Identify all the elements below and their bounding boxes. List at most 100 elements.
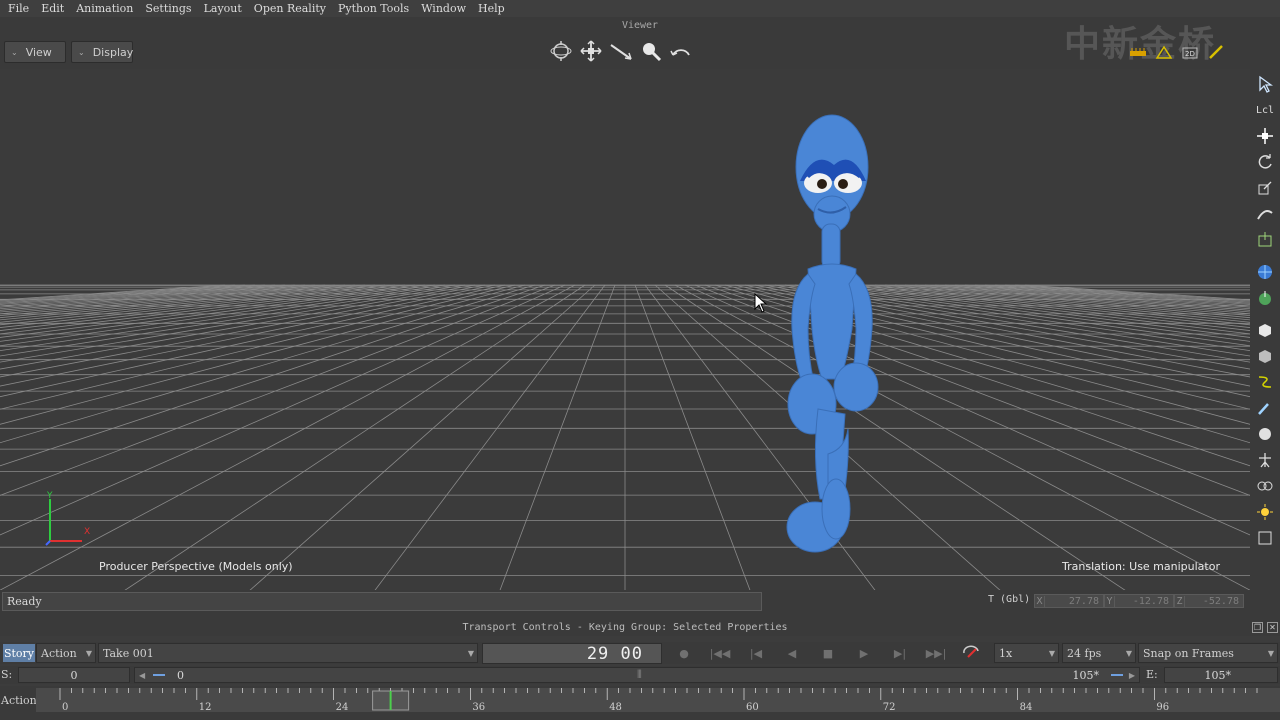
timeline-tick-label: 36 — [472, 702, 485, 712]
menu-layout[interactable]: Layout — [200, 2, 246, 15]
end-label: E: — [1146, 668, 1158, 681]
dolly-tool-icon[interactable] — [608, 38, 634, 64]
ik-icon[interactable] — [1254, 203, 1276, 225]
goto-end-button[interactable]: ▶▶| — [922, 645, 950, 661]
frame-selection-icon[interactable] — [1254, 527, 1276, 549]
timeline-tick-label: 60 — [746, 702, 759, 712]
local-space-icon[interactable]: Lcl — [1254, 99, 1276, 121]
snap-label: Snap on Frames — [1143, 646, 1234, 660]
stop-button[interactable]: ■ — [814, 645, 842, 661]
axis-gizmo: Y X — [45, 491, 90, 546]
coordinate-mode-label: T (Gbl) — [988, 594, 1031, 605]
zoom-start-value: 0 — [177, 668, 184, 682]
world-axis-icon[interactable] — [1254, 287, 1276, 309]
timeline-label: Action — [1, 694, 37, 707]
sphere-icon[interactable] — [1254, 423, 1276, 445]
timeline-track[interactable]: 0 12 24 36 48 60 72 84 96 — [36, 688, 1280, 712]
play-reverse-button[interactable]: ◀ — [778, 645, 806, 661]
zoom-handle-left[interactable] — [153, 674, 165, 676]
coord-y-value: -12.78 — [1132, 595, 1169, 607]
timeline-tick-label: 12 — [199, 702, 212, 712]
timeline-tick-label: 96 — [1156, 702, 1169, 712]
cube-wire-icon[interactable] — [1254, 345, 1276, 367]
range-row: S: 0 ◀ 0 ⦀ 105* ▶ E: 105* — [0, 666, 1280, 684]
ruler-icon[interactable] — [1128, 44, 1148, 60]
chevron-down-icon: ▼ — [1048, 648, 1055, 658]
view-menu-button[interactable]: ⌄ View — [4, 41, 66, 63]
fps-label: 24 fps — [1067, 646, 1102, 660]
paint-brush-icon[interactable] — [1254, 397, 1276, 419]
pan-tool-icon[interactable] — [578, 38, 604, 64]
menu-help[interactable]: Help — [474, 2, 509, 15]
loop-toggle-icon[interactable] — [958, 645, 986, 661]
pivot-icon[interactable] — [1254, 229, 1276, 251]
chevron-down-icon: ▼ — [1267, 648, 1274, 658]
navigation-tools — [548, 38, 694, 64]
zoom-grip-icon[interactable]: ⦀ — [637, 668, 642, 682]
globe-icon[interactable] — [1254, 261, 1276, 283]
menu-settings[interactable]: Settings — [141, 2, 195, 15]
coord-x-field[interactable]: X 27.78 — [1034, 594, 1104, 608]
axis-x-label: X — [84, 527, 90, 537]
menu-window[interactable]: Window — [417, 2, 470, 15]
3d-viewport[interactable]: Y X Producer Perspective (Models only) T… — [0, 69, 1250, 590]
cube-solid-icon[interactable] — [1254, 319, 1276, 341]
current-frame-readout: 29 00 — [586, 644, 643, 664]
menu-edit[interactable]: Edit — [37, 2, 68, 15]
pencil-icon[interactable] — [1206, 44, 1226, 60]
restore-window-icon[interactable]: ❐ — [1252, 622, 1263, 633]
coord-z-value: -52.78 — [1202, 595, 1239, 607]
end-frame-field[interactable]: 105* — [1164, 667, 1278, 683]
timeline-tick-label: 0 — [62, 702, 68, 712]
take-dropdown[interactable]: Take 001 ▼ — [98, 643, 478, 663]
chevron-left-icon: ◀ — [139, 670, 146, 680]
translate-icon[interactable] — [1254, 125, 1276, 147]
fps-dropdown[interactable]: 24 fps ▼ — [1062, 643, 1136, 663]
menu-file[interactable]: File — [4, 2, 33, 15]
frame-display[interactable]: 29 00 — [482, 643, 662, 664]
goto-start-button[interactable]: |◀◀ — [706, 645, 734, 661]
snap-dropdown[interactable]: Snap on Frames ▼ — [1138, 643, 1278, 663]
display-menu-button[interactable]: ⌄ Display — [71, 41, 133, 63]
menu-animation[interactable]: Animation — [72, 2, 137, 15]
take-dropdown-label: Take 001 — [103, 646, 154, 660]
record-button[interactable]: ● — [670, 645, 698, 661]
close-icon[interactable]: ✕ — [1267, 622, 1278, 633]
orbit-tool-icon[interactable] — [548, 38, 574, 64]
view-2d-icon[interactable]: 2D — [1180, 44, 1200, 60]
character-model[interactable] — [0, 69, 1250, 590]
rotate-icon[interactable] — [1254, 151, 1276, 173]
action-dropdown[interactable]: Action ▼ — [36, 643, 96, 663]
coord-y-field[interactable]: Y -12.78 — [1104, 594, 1174, 608]
select-arrow-icon[interactable] — [1254, 73, 1276, 95]
right-toolbar: Lcl — [1250, 69, 1280, 590]
play-button[interactable]: ▶ — [850, 645, 878, 661]
chevron-down-icon: ⌄ — [78, 47, 85, 57]
coord-x-axis-label: X — [1035, 595, 1045, 607]
next-key-button[interactable]: ▶| — [886, 645, 914, 661]
start-frame-value: 0 — [70, 668, 78, 682]
scale-icon[interactable] — [1254, 177, 1276, 199]
speed-dropdown[interactable]: 1x ▼ — [994, 643, 1059, 663]
prev-key-button[interactable]: |◀ — [742, 645, 770, 661]
zoom-handle-right[interactable] — [1111, 674, 1123, 676]
tab-story[interactable]: Story — [3, 644, 35, 662]
timeline-tick-label: 24 — [336, 702, 349, 712]
chevron-right-icon: ▶ — [1128, 670, 1135, 680]
lasso-icon[interactable] — [1154, 44, 1174, 60]
start-frame-field[interactable]: 0 — [18, 667, 130, 683]
curve-icon[interactable] — [1254, 371, 1276, 393]
speed-label: 1x — [999, 646, 1013, 660]
light-icon[interactable] — [1254, 501, 1276, 523]
viewer-overlay-icons: 2D — [1128, 44, 1226, 60]
coord-z-field[interactable]: Z -52.78 — [1174, 594, 1244, 608]
menu-python-tools[interactable]: Python Tools — [334, 2, 413, 15]
zoom-tool-icon[interactable] — [638, 38, 664, 64]
timeline-tick-label: 48 — [609, 702, 622, 712]
skeleton-icon[interactable] — [1254, 449, 1276, 471]
menu-open-reality[interactable]: Open Reality — [250, 2, 330, 15]
zoom-range-bar[interactable]: ◀ 0 ⦀ 105* ▶ — [134, 667, 1140, 683]
transport-title: Transport Controls - Keying Group: Selec… — [462, 622, 788, 633]
roll-tool-icon[interactable] — [668, 38, 694, 64]
constraint-icon[interactable] — [1254, 475, 1276, 497]
